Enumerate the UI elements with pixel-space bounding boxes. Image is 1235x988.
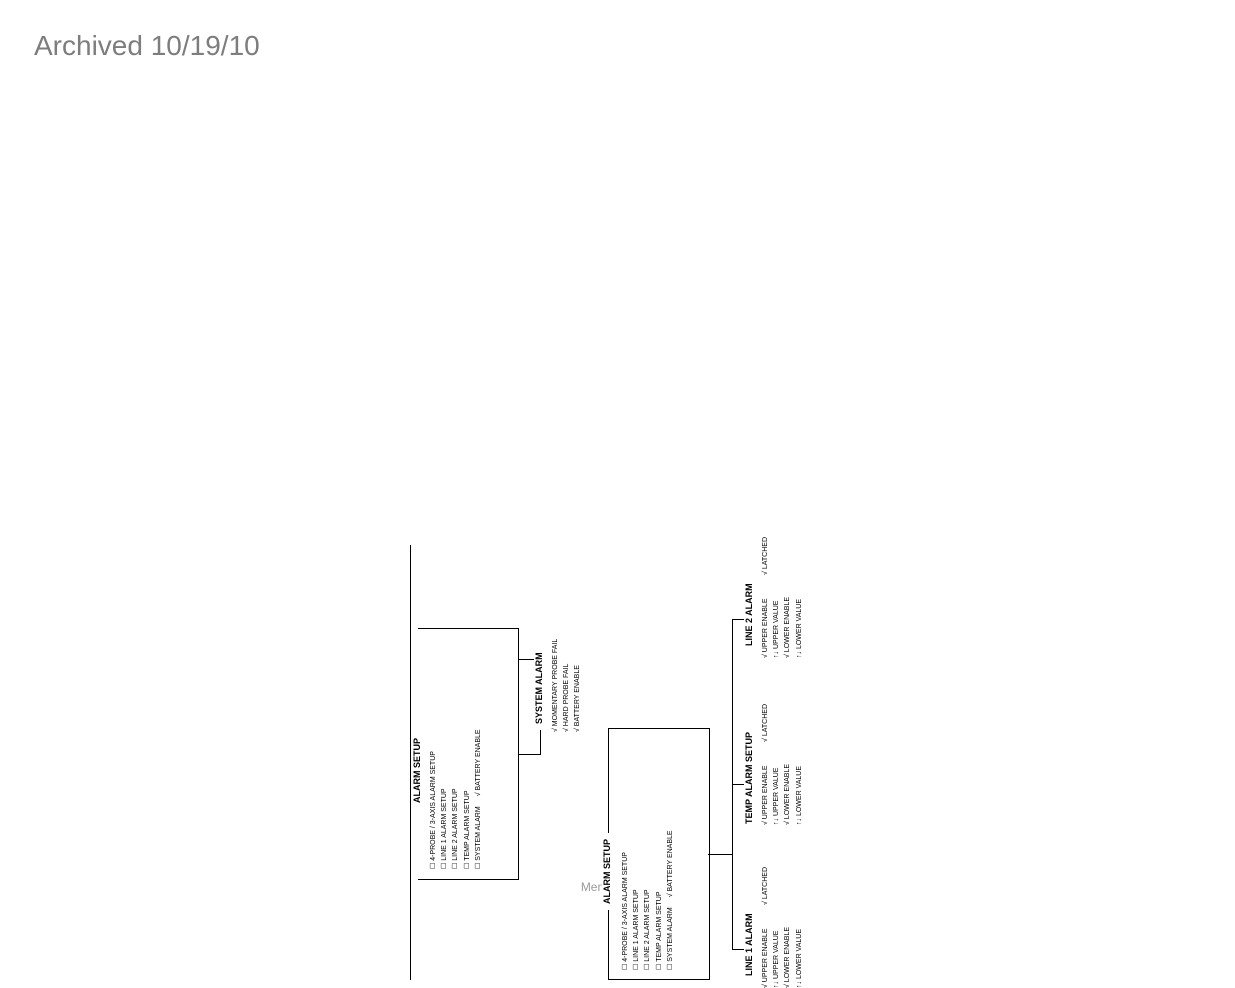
menu-item: LATCHED (760, 537, 771, 575)
line2-title: LINE 2 ALARM (744, 577, 754, 652)
menu-item: 4-PROBE / 3-AXIS ALARM SETUP (428, 729, 439, 869)
menu-item: LATCHED (760, 867, 771, 905)
menu-item: UPPER ENABLE (760, 764, 771, 825)
menu-item: MOMENTARY PROBE FAIL (550, 639, 561, 732)
menu-item: BATTERY ENABLE (665, 830, 676, 897)
menu-diagram: ALARM SETUP 4-PROBE / 3-AXIS ALARM SETUP… (410, 210, 845, 980)
menu-item: BATTERY ENABLE (572, 639, 583, 732)
archived-watermark: Archived 10/19/10 (34, 30, 260, 62)
menu-item: LINE 1 ALARM SETUP (631, 830, 642, 970)
menu-item: UPPER VALUE (771, 927, 782, 988)
menu-item: LINE 2 ALARM SETUP (642, 830, 653, 970)
alarm-setup-box-a: ALARM SETUP 4-PROBE / 3-AXIS ALARM SETUP… (418, 628, 519, 880)
menu-item: BATTERY ENABLE (473, 729, 484, 796)
menu-item: UPPER VALUE (771, 597, 782, 658)
menu-item: LOWER VALUE (794, 764, 805, 825)
menu-item: TEMP ALARM SETUP (462, 729, 473, 869)
menu-item: LINE 2 ALARM SETUP (450, 729, 461, 869)
menu-item: TEMP ALARM SETUP (654, 830, 665, 970)
menu-item: UPPER ENABLE (760, 927, 771, 988)
menu-item: SYSTEM ALARM (665, 907, 676, 970)
menu-item: LOWER VALUE (794, 597, 805, 658)
menu-item: HARD PROBE FAIL (561, 639, 572, 732)
menu-item: LOWER ENABLE (782, 597, 793, 658)
menu-item: UPPER VALUE (771, 764, 782, 825)
alarm-setup-title-b: ALARM SETUP (602, 833, 612, 910)
menu-item: LOWER VALUE (794, 927, 805, 988)
line1-title: LINE 1 ALARM (744, 907, 754, 982)
menu-item: LOWER ENABLE (782, 927, 793, 988)
menu-item: UPPER ENABLE (760, 597, 771, 658)
menu-item: SYSTEM ALARM (473, 806, 484, 869)
menu-item: LINE 1 ALARM SETUP (439, 729, 450, 869)
menu-item: 4-PROBE / 3-AXIS ALARM SETUP (620, 830, 631, 970)
menu-item: LATCHED (760, 704, 771, 742)
menu-item: LOWER ENABLE (782, 764, 793, 825)
alarm-setup-title-a: ALARM SETUP (412, 732, 422, 809)
temp-title: TEMP ALARM SETUP (744, 726, 754, 830)
system-alarm-title: SYSTEM ALARM (534, 646, 544, 730)
